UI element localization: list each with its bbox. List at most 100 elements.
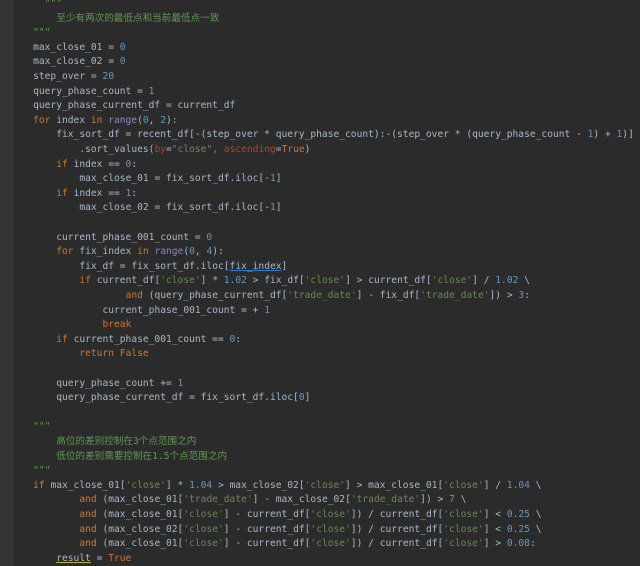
code-token: ] - max_close_02[: [252, 494, 351, 506]
code-line[interactable]: if current_df['close'] * 1.02 > fix_df['…: [79, 274, 530, 289]
code-line[interactable]: and (max_close_02['close'] - current_df[…: [79, 523, 541, 538]
code-token: ] > current_df[: [345, 275, 432, 287]
code-line[interactable]: """: [33, 420, 50, 435]
code-line[interactable]: fix_df = fix_sort_df.iloc[fix_index]: [79, 260, 287, 275]
code-line[interactable]: max_close_01 = 0: [33, 41, 125, 56]
code-token: ] *: [200, 275, 224, 287]
code-token: index ==: [73, 187, 126, 199]
code-token: 0.25: [506, 523, 530, 535]
code-token: 'trade_date': [350, 494, 421, 506]
code-line[interactable]: if current_phase_001_count == 0:: [56, 333, 241, 348]
code-token: """: [33, 421, 51, 433]
code-line[interactable]: query_phase_current_df = fix_sort_df.ilo…: [56, 391, 310, 406]
code-token: ]) / current_df[: [350, 538, 444, 550]
code-editor[interactable]: """ 至少有两次的最低点和当前最低点一致 """ max_close_01 = 0m…: [0, 0, 640, 566]
editor-gutter[interactable]: [0, 0, 14, 566]
code-token: current_phase_001_count = +: [102, 304, 265, 316]
code-line[interactable]: for fix_index in range(0, 4):: [56, 245, 224, 260]
code-token: index: [56, 114, 91, 126]
code-token: step_over =: [33, 71, 103, 82]
code-token: 1: [264, 304, 270, 316]
code-token: ] /: [483, 479, 507, 491]
code-token: ] <: [483, 509, 507, 520]
code-token: """: [33, 465, 51, 477]
code-token: max_close_02 =: [33, 56, 120, 68]
code-line[interactable]: and (query_phase_current_df['trade_date'…: [126, 289, 530, 304]
code-token: ] >: [483, 538, 507, 550]
code-line[interactable]: max_close_01 = fix_sort_df.iloc[-1]: [79, 172, 281, 187]
code-token: 0.25: [506, 509, 530, 520]
code-token: 'close': [183, 509, 224, 520]
code-token: ]) / current_df[: [350, 523, 444, 535]
code-line[interactable]: query_phase_current_df = current_df: [33, 99, 235, 114]
code-token: fix_df = fix_sort_df.iloc[: [79, 260, 230, 272]
code-token: (max_close_01[: [102, 509, 184, 520]
code-line[interactable]: current_phase_001_count = + 1: [102, 304, 270, 319]
code-token: and: [79, 523, 103, 535]
code-token: in: [90, 114, 109, 126]
code-token: ] *: [165, 479, 190, 491]
code-line[interactable]: query_phase_count += 1: [56, 377, 183, 392]
code-token: 'close': [160, 275, 201, 287]
code-line[interactable]: max_close_02 = 0: [33, 55, 125, 70]
code-token: \: [529, 479, 542, 491]
code-token: fix_sort_df = recent_df[-(step_over * qu…: [56, 129, 588, 141]
code-token: 0: [119, 56, 126, 68]
code-token: query_phase_count +=: [56, 377, 178, 389]
code-token: 20: [102, 71, 114, 82]
code-line[interactable]: result = True: [56, 552, 131, 566]
code-token: by: [154, 144, 167, 155]
code-token: 至少有两次的最低点和当前最低点一致: [56, 12, 220, 24]
code-token: ]: [304, 392, 311, 404]
code-token: 1.04: [189, 479, 213, 491]
code-line[interactable]: max_close_02 = fix_sort_df.iloc[-1]: [79, 201, 281, 216]
code-token: ):: [166, 114, 178, 126]
code-token: if: [56, 158, 74, 170]
code-token: ]) >: [420, 494, 450, 506]
code-line[interactable]: if max_close_01['close'] * 1.04 > max_cl…: [33, 479, 541, 494]
code-line[interactable]: 至少有两次的最低点和当前最低点一致: [56, 12, 219, 27]
code-token: 'close': [310, 509, 351, 520]
code-token: 低位的差别需要控制在1.5个点范围之内: [56, 450, 228, 462]
code-line[interactable]: fix_sort_df = recent_df[-(step_over * qu…: [56, 128, 640, 143]
code-line[interactable]: break: [102, 318, 131, 333]
code-token: 'trade_date': [183, 494, 253, 506]
code-line[interactable]: and (max_close_01['close'] - current_df[…: [79, 508, 541, 523]
code-token: False: [119, 348, 149, 360]
code-token: range: [154, 246, 184, 258]
code-line[interactable]: """: [33, 26, 50, 41]
code-line[interactable]: for index in range(0, 2):: [33, 114, 177, 129]
code-line[interactable]: return False: [79, 347, 148, 362]
code-token: max_close_02 = fix_sort_df.iloc[-: [79, 202, 270, 214]
code-token: )] \: [622, 129, 640, 141]
code-token: 'close': [443, 538, 484, 550]
code-line[interactable]: """: [45, 0, 62, 12]
code-token: 1.02: [495, 275, 519, 287]
code-token: ] > max_close_01[: [345, 479, 444, 491]
code-token: ] - fix_df[: [356, 290, 421, 301]
code-token: ] - current_df[: [223, 523, 311, 535]
code-token: 'trade_date': [287, 290, 357, 301]
code-line[interactable]: 高位的差别控制在3个点范围之内: [56, 435, 196, 450]
code-token: for: [56, 246, 80, 258]
code-line[interactable]: query_phase_count = 1: [33, 85, 154, 100]
code-token: 'close': [183, 523, 224, 535]
code-token: 'close': [443, 523, 484, 535]
code-token: True: [281, 144, 305, 155]
code-line[interactable]: and (max_close_01['trade_date'] - max_cl…: [79, 493, 466, 508]
code-line[interactable]: step_over = 20: [33, 70, 114, 85]
code-line[interactable]: """: [33, 464, 50, 479]
code-token: ]: [275, 202, 282, 214]
code-line[interactable]: if index == 1:: [56, 187, 137, 202]
code-line[interactable]: if index == 0:: [56, 158, 137, 173]
code-token: if: [56, 333, 74, 345]
code-line[interactable]: current_phase_001_count = 0: [56, 231, 212, 246]
code-line[interactable]: and (max_close_01['close'] - current_df[…: [79, 537, 535, 552]
code-token: """: [33, 27, 51, 39]
code-line[interactable]: .sort_values(by="close", ascending=True): [79, 143, 310, 158]
code-line[interactable]: 低位的差别需要控制在1.5个点范围之内: [56, 450, 227, 465]
code-token: ] /: [472, 275, 496, 287]
code-token: 1: [177, 377, 184, 389]
code-token: and: [125, 290, 149, 301]
code-token: 0: [206, 231, 213, 243]
